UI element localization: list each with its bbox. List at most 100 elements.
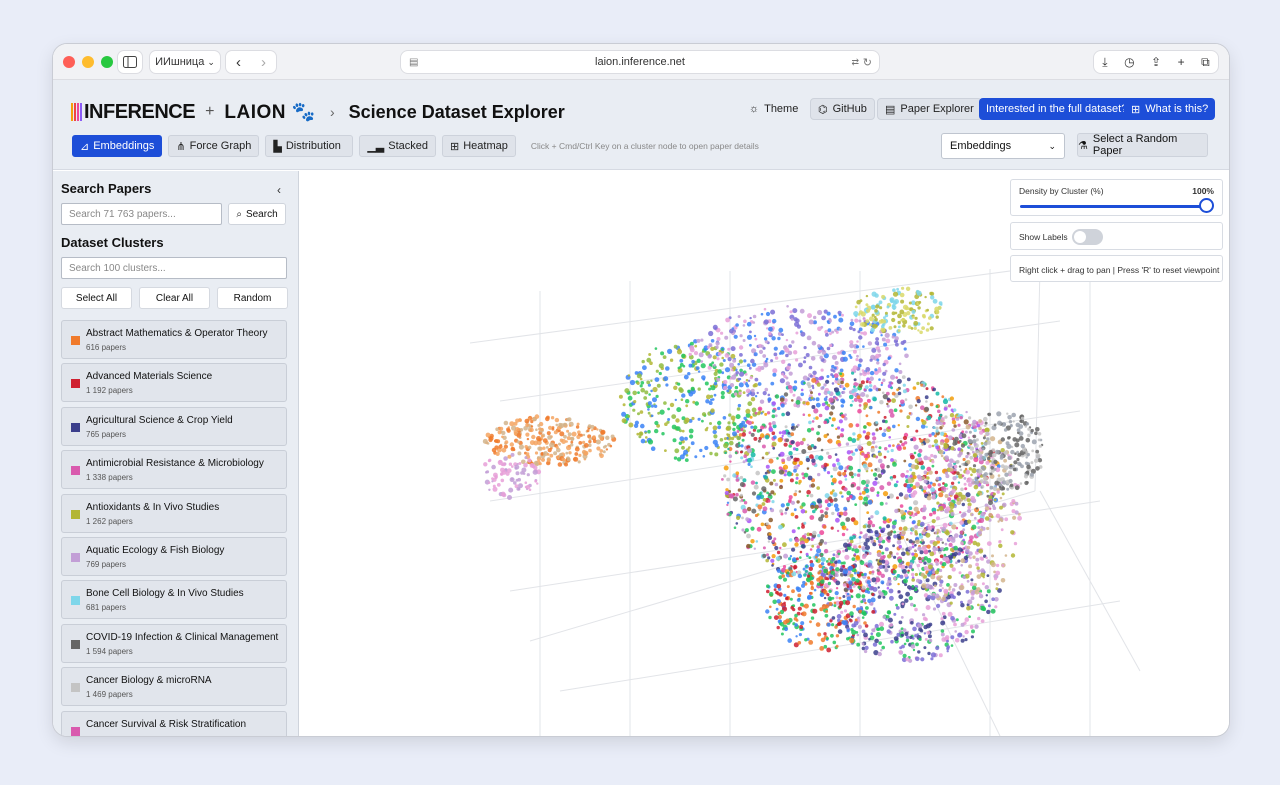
paper-point[interactable]: [796, 598, 801, 602]
paper-point[interactable]: [739, 482, 745, 487]
paper-point[interactable]: [566, 457, 571, 462]
paper-point[interactable]: [967, 599, 973, 605]
paper-point[interactable]: [867, 524, 871, 528]
paper-point[interactable]: [830, 475, 833, 478]
paper-point[interactable]: [740, 427, 744, 432]
paper-point[interactable]: [688, 428, 694, 434]
paper-point[interactable]: [893, 555, 897, 559]
paper-point[interactable]: [712, 355, 717, 360]
paper-point[interactable]: [902, 383, 906, 387]
paper-point[interactable]: [853, 378, 857, 382]
paper-point[interactable]: [951, 536, 956, 541]
paper-point[interactable]: [904, 565, 908, 569]
paper-point[interactable]: [696, 358, 701, 363]
paper-point[interactable]: [771, 421, 776, 425]
paper-point[interactable]: [953, 551, 958, 556]
paper-point[interactable]: [510, 452, 515, 457]
paper-point[interactable]: [724, 335, 729, 340]
paper-point[interactable]: [964, 430, 968, 434]
paper-point[interactable]: [870, 632, 874, 635]
paper-point[interactable]: [924, 637, 928, 641]
paper-point[interactable]: [849, 343, 854, 349]
paper-point[interactable]: [761, 444, 766, 449]
paper-point[interactable]: [719, 362, 724, 367]
paper-point[interactable]: [971, 423, 974, 426]
paper-point[interactable]: [770, 381, 775, 386]
paper-point[interactable]: [853, 387, 858, 393]
paper-point[interactable]: [960, 443, 966, 448]
paper-point[interactable]: [1013, 541, 1018, 546]
paper-point[interactable]: [736, 515, 741, 520]
paper-point[interactable]: [856, 642, 861, 647]
paper-point[interactable]: [734, 451, 738, 455]
paper-point[interactable]: [959, 511, 962, 514]
paper-point[interactable]: [772, 372, 777, 377]
paper-point[interactable]: [1016, 450, 1019, 454]
paper-point[interactable]: [843, 487, 848, 492]
paper-point[interactable]: [737, 403, 742, 408]
paper-point[interactable]: [817, 309, 823, 316]
paper-point[interactable]: [810, 586, 815, 591]
paper-point[interactable]: [849, 321, 855, 327]
paper-point[interactable]: [984, 506, 990, 511]
paper-point[interactable]: [878, 300, 883, 305]
paper-point[interactable]: [911, 552, 915, 556]
paper-point[interactable]: [647, 408, 650, 411]
paper-point[interactable]: [523, 462, 528, 468]
paper-point[interactable]: [1001, 492, 1005, 496]
paper-point[interactable]: [930, 453, 934, 458]
paper-point[interactable]: [870, 448, 875, 453]
paper-point[interactable]: [896, 378, 902, 384]
paper-point[interactable]: [770, 508, 775, 513]
paper-point[interactable]: [914, 607, 918, 612]
paper-point[interactable]: [542, 446, 546, 450]
paper-point[interactable]: [882, 371, 887, 376]
paper-point[interactable]: [837, 552, 841, 556]
paper-point[interactable]: [874, 510, 880, 516]
paper-point[interactable]: [693, 351, 699, 356]
paper-point[interactable]: [791, 589, 795, 594]
paper-point[interactable]: [978, 452, 982, 456]
paper-point[interactable]: [981, 455, 985, 460]
paper-point[interactable]: [878, 452, 882, 457]
paper-point[interactable]: [894, 508, 899, 514]
paper-point[interactable]: [973, 480, 977, 484]
paper-point[interactable]: [768, 517, 773, 523]
paper-point[interactable]: [697, 370, 701, 373]
paper-point[interactable]: [663, 376, 669, 382]
paper-point[interactable]: [704, 445, 709, 451]
paper-point[interactable]: [784, 347, 790, 353]
what-is-this-button[interactable]: ⊞ What is this?: [1124, 98, 1216, 120]
paper-point[interactable]: [1031, 449, 1035, 453]
paper-point[interactable]: [577, 430, 581, 435]
paper-point[interactable]: [771, 469, 776, 474]
paper-point[interactable]: [598, 434, 601, 438]
paper-point[interactable]: [959, 584, 965, 591]
paper-point[interactable]: [762, 391, 767, 396]
paper-point[interactable]: [898, 629, 902, 633]
paper-point[interactable]: [949, 413, 955, 418]
paper-point[interactable]: [913, 320, 919, 326]
paper-point[interactable]: [819, 592, 825, 598]
paper-point[interactable]: [948, 585, 952, 589]
paper-point[interactable]: [500, 493, 504, 496]
paper-point[interactable]: [863, 425, 867, 429]
paper-point[interactable]: [980, 568, 985, 573]
paper-point[interactable]: [877, 595, 882, 599]
paper-point[interactable]: [654, 428, 659, 434]
paper-point[interactable]: [540, 427, 544, 432]
paper-point[interactable]: [840, 610, 844, 614]
paper-point[interactable]: [779, 485, 783, 490]
paper-point[interactable]: [859, 492, 862, 496]
paper-point[interactable]: [756, 495, 761, 500]
paper-point[interactable]: [746, 447, 753, 454]
paper-point[interactable]: [829, 498, 834, 503]
laion-logo[interactable]: LAION 🐾: [224, 100, 316, 124]
forward-arrow-icon[interactable]: ›: [261, 54, 266, 71]
paper-point[interactable]: [880, 383, 883, 387]
paper-point[interactable]: [627, 414, 630, 418]
density-slider-handle[interactable]: [1199, 198, 1214, 213]
paper-point[interactable]: [834, 625, 838, 629]
paper-point[interactable]: [884, 547, 889, 552]
paper-point[interactable]: [792, 393, 796, 397]
